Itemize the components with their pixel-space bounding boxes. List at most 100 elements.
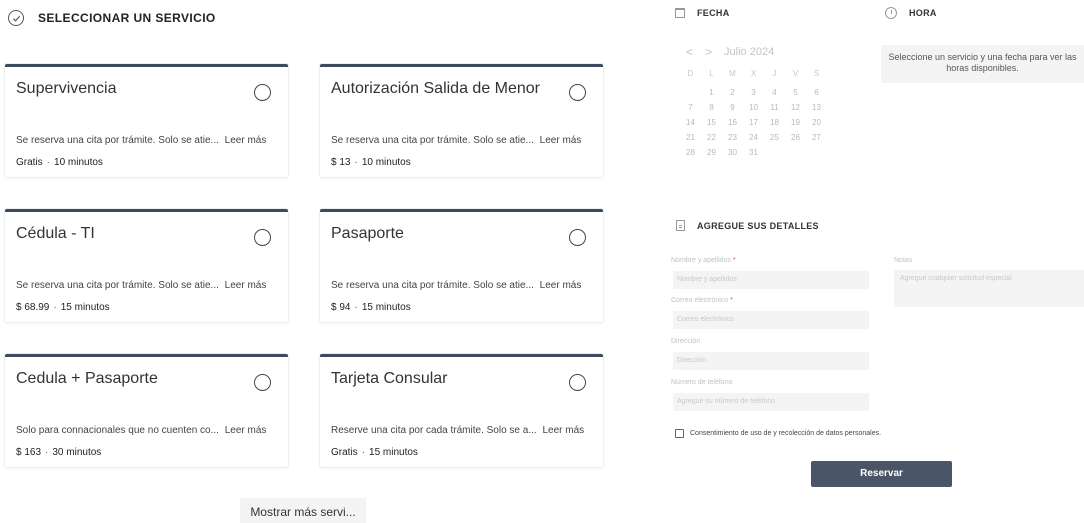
next-month-button[interactable]: > xyxy=(705,45,712,59)
service-price: $ 163 xyxy=(16,447,42,458)
calendar-day[interactable]: 5 xyxy=(785,85,806,100)
calendar-day[interactable]: 18 xyxy=(764,115,785,130)
calendar-day[interactable]: 7 xyxy=(680,100,701,115)
meta-separator: · xyxy=(53,302,57,313)
consent-checkbox[interactable] xyxy=(675,429,684,438)
weekday-label: J xyxy=(772,69,777,78)
meta-separator: · xyxy=(46,157,51,168)
service-radio[interactable] xyxy=(254,229,271,246)
service-name: Cédula - TI xyxy=(16,225,95,242)
service-duration: 30 minutos xyxy=(52,447,102,458)
calendar-day[interactable]: 17 xyxy=(743,115,764,130)
service-meta: $ 13 · 10 minutos xyxy=(331,157,411,168)
service-name: Supervivencia xyxy=(16,80,117,97)
email-label: Correo electrónico * xyxy=(671,297,733,304)
details-title: AGREGUE SUS DETALLES xyxy=(697,220,819,231)
service-radio[interactable] xyxy=(254,374,271,391)
service-duration: 10 minutos xyxy=(361,157,411,168)
notes-textarea[interactable]: Agregue cualquier solicitud especial xyxy=(894,270,1084,307)
reserve-button[interactable]: Reservar xyxy=(811,461,952,487)
address-input[interactable]: Dirección xyxy=(673,352,869,370)
calendar-day[interactable]: 27 xyxy=(806,130,827,145)
calendar-day[interactable]: 3 xyxy=(743,85,764,100)
service-radio[interactable] xyxy=(254,84,271,101)
calendar-weekday-row: DLMXJVS xyxy=(680,66,827,81)
notes-label: Notas xyxy=(894,257,913,264)
services-header: SELECCIONAR UN SERVICIO xyxy=(8,10,216,26)
calendar-day[interactable]: 25 xyxy=(764,130,785,145)
calendar-day[interactable]: 26 xyxy=(785,130,806,145)
calendar-day[interactable]: 20 xyxy=(806,115,827,130)
calendar-empty-cell xyxy=(680,85,701,100)
calendar-day[interactable]: 9 xyxy=(722,100,743,115)
prev-month-button[interactable]: < xyxy=(686,45,693,59)
service-card[interactable]: Cedula + Pasaporte Solo para connacionale… xyxy=(5,354,288,467)
calendar-day[interactable]: 31 xyxy=(743,145,764,160)
service-meta: $ 163 · 30 minutos xyxy=(16,447,101,458)
service-duration: 15 minutos xyxy=(361,302,411,313)
calendar-day[interactable]: 23 xyxy=(722,130,743,145)
service-description: Se reserva una cita por trámite. Solo se… xyxy=(16,135,267,146)
calendar-day[interactable]: 30 xyxy=(722,145,743,160)
service-radio[interactable] xyxy=(569,84,586,101)
meta-separator: · xyxy=(354,302,358,313)
service-price: $ 13 xyxy=(331,157,351,168)
weekday-label: M xyxy=(729,69,736,78)
clock-icon xyxy=(885,7,897,19)
calendar-day[interactable]: 1 xyxy=(701,85,722,100)
weekday-label: L xyxy=(709,69,714,78)
calendar-day[interactable]: 19 xyxy=(785,115,806,130)
calendar-day[interactable]: 14 xyxy=(680,115,701,130)
service-card[interactable]: Tarjeta Consular Reserve una cita por cad… xyxy=(320,354,603,467)
service-name: Pasaporte xyxy=(331,225,404,242)
email-input[interactable]: Correo electrónico xyxy=(673,311,869,329)
name-input[interactable]: Nombre y apellidos xyxy=(673,271,869,289)
service-radio[interactable] xyxy=(569,374,586,391)
meta-separator: · xyxy=(45,447,49,458)
calendar-navigation: < > Julio 2024 xyxy=(686,45,774,59)
calendar-day[interactable]: 4 xyxy=(764,85,785,100)
weekday-label: V xyxy=(792,69,799,78)
calendar-day[interactable]: 11 xyxy=(764,100,785,115)
consent-row: Consentimiento de uso de y recolección d… xyxy=(675,429,881,438)
read-more-link[interactable]: Leer más xyxy=(542,425,584,436)
service-duration: 15 minutos xyxy=(369,447,418,458)
calendar-day[interactable]: 29 xyxy=(701,145,722,160)
service-description: Reserve una cita por cada trámite. Solo … xyxy=(331,425,585,436)
date-title: FECHA xyxy=(697,8,730,18)
calendar-day[interactable]: 22 xyxy=(701,130,722,145)
calendar-day[interactable]: 24 xyxy=(743,130,764,145)
service-meta: $ 68.99 · 15 minutos xyxy=(16,302,110,313)
service-card[interactable]: Cédula - TI Se reserva una cita por trámi… xyxy=(5,209,288,322)
calendar-day[interactable]: 10 xyxy=(743,100,764,115)
read-more-link[interactable]: Leer más xyxy=(540,135,582,146)
service-radio[interactable] xyxy=(569,229,586,246)
service-card[interactable]: Supervivencia Se reserva una cita por trá… xyxy=(5,64,288,177)
calendar-day[interactable]: 21 xyxy=(680,130,701,145)
service-description: Se reserva una cita por trámite. Solo se… xyxy=(331,280,582,291)
service-card[interactable]: Pasaporte Se reserva una cita por trámite… xyxy=(320,209,603,322)
calendar-day[interactable]: 12 xyxy=(785,100,806,115)
phone-input[interactable]: Agregue su número de teléfono xyxy=(673,393,869,411)
calendar-day[interactable]: 8 xyxy=(701,100,722,115)
calendar-day[interactable]: 13 xyxy=(806,100,827,115)
read-more-link[interactable]: Leer más xyxy=(540,280,582,291)
read-more-link[interactable]: Leer más xyxy=(225,280,267,291)
calendar-day[interactable]: 28 xyxy=(680,145,701,160)
calendar-day[interactable]: 2 xyxy=(722,85,743,100)
read-more-link[interactable]: Leer más xyxy=(225,425,267,436)
calendar-day[interactable]: 6 xyxy=(806,85,827,100)
time-title: HORA xyxy=(909,8,937,18)
calendar-day[interactable]: 15 xyxy=(701,115,722,130)
calendar-day[interactable]: 16 xyxy=(722,115,743,130)
time-slots-message: Seleccione un servicio y una fecha para … xyxy=(881,45,1084,83)
show-more-services-button[interactable]: Mostrar más servi... xyxy=(240,498,366,523)
service-price: $ 94 xyxy=(331,302,351,313)
read-more-link[interactable]: Leer más xyxy=(225,135,267,146)
consent-label: Consentimiento de uso de y recolección d… xyxy=(690,430,882,437)
service-description: Se reserva una cita por trámite. Solo se… xyxy=(16,280,267,291)
weekday-label: X xyxy=(750,69,757,78)
service-duration: 15 minutos xyxy=(60,302,110,313)
service-card[interactable]: Autorización Salida de Menor Se reserva u… xyxy=(320,64,603,177)
phone-label: Número de teléfono xyxy=(671,379,733,386)
